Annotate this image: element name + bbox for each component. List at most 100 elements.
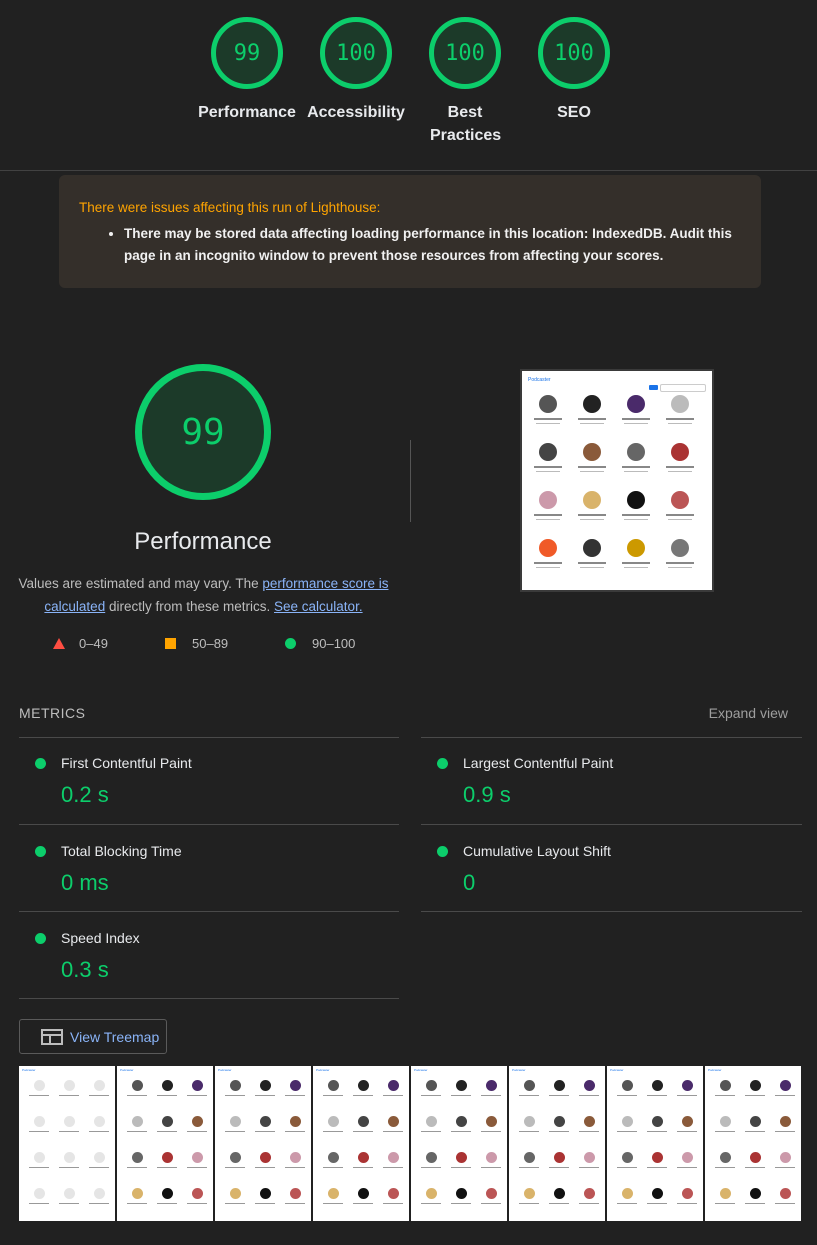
frame-cover [621,1080,633,1091]
frame-cover [229,1188,241,1199]
frame-cover [63,1152,75,1163]
frame-title-line [29,1203,49,1204]
treemap-icon [41,1028,63,1045]
divider [421,824,802,825]
frame-cover [131,1188,143,1199]
podcast-cover [627,539,645,557]
frame-title-line [59,1203,79,1204]
frame-title-line [715,1167,735,1168]
frame-card [185,1116,209,1150]
frame-cover [651,1116,663,1127]
podcast-cover [627,443,645,461]
frame-card [155,1152,179,1186]
podcast-author-line [536,519,560,520]
run-warnings: There were issues affecting this run of … [59,175,761,288]
frame-title-line [519,1203,539,1204]
podcast-cover [671,539,689,557]
legend-pass: 90–100 [285,636,355,651]
frame-card [27,1080,51,1114]
final-screenshot[interactable]: Podcaster [520,369,714,592]
frame-card [57,1080,81,1114]
frame-card [615,1152,639,1186]
frame-card [713,1080,737,1114]
frame-card [675,1188,699,1221]
podcast-title-line [666,514,694,516]
frame-cover [583,1080,595,1091]
frame-cover [651,1152,663,1163]
frame-cover [161,1152,173,1163]
frame-card [155,1188,179,1221]
frame-card [283,1080,307,1114]
frame-cover [553,1080,565,1091]
frame-cover [681,1152,693,1163]
podcast-card [574,395,610,441]
gauge-seo[interactable]: 100 SEO [519,17,629,124]
frame-card [57,1188,81,1221]
frame-card [675,1116,699,1150]
podcast-card [618,443,654,489]
frame-brand: Podcaster [414,1068,428,1072]
frame-card [351,1116,375,1150]
frame-card [743,1188,767,1221]
expand-view-toggle[interactable]: Expand view [709,705,788,721]
frame-cover [63,1188,75,1199]
frame-cover [327,1152,339,1163]
frame-card [283,1116,307,1150]
frame-title-line [323,1131,343,1132]
frame-cover [621,1116,633,1127]
frame-cover [191,1152,203,1163]
frame-title-line [353,1095,373,1096]
frame-card [615,1188,639,1221]
frame-cover [259,1080,271,1091]
frame-card [381,1152,405,1186]
frame-card [419,1080,443,1114]
frame-card [321,1152,345,1186]
frame-title-line [481,1167,501,1168]
divider [421,911,802,912]
frame-cover [455,1116,467,1127]
metric-largest-contentful-paint: Largest Contentful Paint 0.9 s [421,738,802,824]
podcast-cover [539,491,557,509]
gauge-seo-label: SEO [557,104,591,121]
gauge-performance[interactable]: 99 Performance [192,17,302,124]
frame-cover [553,1188,565,1199]
frame-title-line [255,1131,275,1132]
frame-card [223,1116,247,1150]
frame-cover [387,1152,399,1163]
podcast-cover [583,443,601,461]
frame-cover [553,1152,565,1163]
frame-cover [749,1080,761,1091]
frame-cover [93,1188,105,1199]
frame-title-line [451,1167,471,1168]
frame-title-line [127,1131,147,1132]
frame-card [547,1116,571,1150]
frame-title-line [715,1203,735,1204]
podcast-card [662,395,698,441]
frame-title-line [285,1095,305,1096]
podcast-card [574,539,610,585]
frame-title-line [285,1167,305,1168]
metric-name: First Contentful Paint [61,755,192,771]
frame-card [321,1080,345,1114]
gauge-best-practices[interactable]: 100 Best Practices [410,17,520,147]
frame-title-line [225,1167,245,1168]
podcast-title-line [622,418,650,420]
frame-title-line [647,1203,667,1204]
see-calculator-link[interactable]: See calculator. [274,599,363,614]
podcast-title-line [622,514,650,516]
performance-description: Values are estimated and may vary. The p… [15,572,392,618]
metric-name: Cumulative Layout Shift [463,843,611,859]
frame-cover [191,1116,203,1127]
gauge-accessibility[interactable]: 100 Accessibility [301,17,411,124]
frame-title-line [89,1131,109,1132]
podcast-cover [539,539,557,557]
frame-cover [93,1080,105,1091]
view-treemap-button[interactable]: View Treemap [19,1019,167,1054]
frame-cover [131,1080,143,1091]
frame-cover [289,1116,301,1127]
frame-cover [485,1080,497,1091]
filmstrip-frame: Podcaster [313,1066,409,1221]
frame-cover [357,1188,369,1199]
frame-cover [229,1080,241,1091]
frame-card [125,1080,149,1114]
